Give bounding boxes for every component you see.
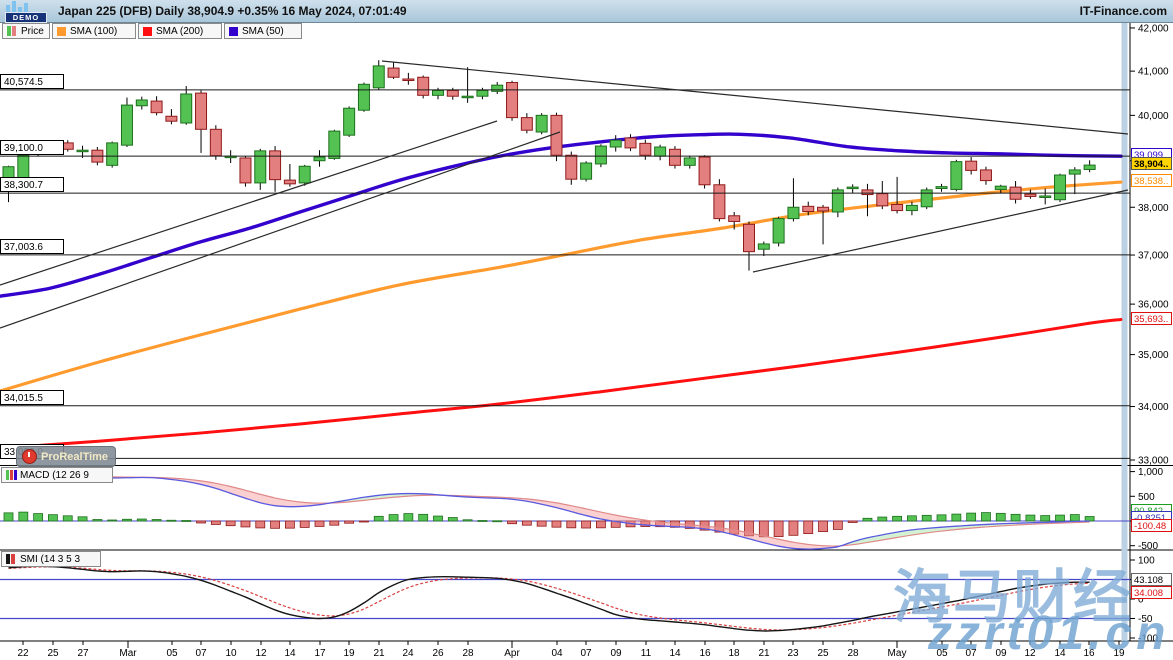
prorealtime-label: ProRealTime — [41, 451, 108, 463]
svg-text:05: 05 — [166, 648, 178, 659]
svg-text:19: 19 — [1113, 648, 1125, 659]
svg-text:12: 12 — [1024, 648, 1036, 659]
prorealtime-badge: ProRealTime — [16, 446, 116, 467]
macd-icon — [6, 470, 16, 480]
svg-text:16: 16 — [1083, 648, 1095, 659]
sma200-swatch-icon — [143, 27, 152, 36]
svg-text:14: 14 — [1054, 648, 1066, 659]
svg-text:11: 11 — [641, 648, 652, 659]
svg-text:10: 10 — [225, 648, 237, 659]
svg-text:09: 09 — [610, 648, 622, 659]
svg-text:04: 04 — [551, 648, 563, 659]
legend-price-label: Price — [21, 26, 44, 37]
legend-sma100[interactable]: SMA (100) — [52, 23, 136, 39]
demo-badge: DEMO — [5, 12, 47, 23]
trading-chart-window: 42,00041,00040,00039,00038,00037,00036,0… — [0, 0, 1173, 660]
tag-last-price: 38,904.. — [1131, 157, 1172, 170]
svg-text:500: 500 — [1138, 492, 1155, 503]
svg-text:21: 21 — [758, 648, 770, 659]
legend-sma200[interactable]: SMA (200) — [138, 23, 222, 39]
svg-text:22: 22 — [17, 648, 29, 659]
tag-sma200-value: 35,693.. — [1131, 312, 1172, 325]
svg-text:33,000: 33,000 — [1138, 456, 1169, 467]
svg-text:41,000: 41,000 — [1138, 67, 1169, 78]
svg-text:-500: -500 — [1138, 541, 1158, 552]
svg-text:26: 26 — [432, 648, 444, 659]
svg-text:07: 07 — [195, 648, 207, 659]
smi-icon — [6, 554, 16, 564]
svg-text:05: 05 — [936, 648, 948, 659]
svg-text:Apr: Apr — [504, 648, 520, 659]
svg-text:37,000: 37,000 — [1138, 251, 1169, 262]
svg-text:42,000: 42,000 — [1138, 23, 1169, 34]
title-bar: DEMO Japan 225 (DFB) Daily 38,904.9 +0.3… — [0, 0, 1173, 23]
chart-svg: 42,00041,00040,00039,00038,00037,00036,0… — [0, 0, 1173, 660]
svg-text:23: 23 — [787, 648, 799, 659]
tag-smi-signal-value: 34.008 — [1131, 586, 1172, 599]
svg-text:21: 21 — [373, 648, 385, 659]
svg-text:28: 28 — [847, 648, 859, 659]
legend-smi-label: SMI (14 3 5 3 — [20, 554, 80, 565]
tag-smi-value: 43.108 — [1131, 573, 1172, 586]
svg-text:27: 27 — [77, 648, 89, 659]
price-icon — [7, 26, 17, 36]
svg-text:35,000: 35,000 — [1138, 350, 1169, 361]
svg-text:Mar: Mar — [119, 648, 137, 659]
svg-text:24: 24 — [402, 648, 414, 659]
svg-text:14: 14 — [669, 648, 681, 659]
svg-text:34,000: 34,000 — [1138, 402, 1169, 413]
svg-text:May: May — [888, 648, 907, 659]
chart-title: Japan 225 (DFB) Daily 38,904.9 +0.35% 16… — [58, 4, 407, 18]
tag-macd-signal-value: -100.48 — [1131, 519, 1172, 532]
svg-text:40,000: 40,000 — [1138, 111, 1169, 122]
svg-text:07: 07 — [965, 648, 977, 659]
legend-sma50-label: SMA (50) — [242, 26, 284, 37]
svg-text:-100: -100 — [1138, 634, 1158, 645]
legend-sma200-label: SMA (200) — [156, 26, 203, 37]
svg-text:19: 19 — [343, 648, 355, 659]
svg-text:12: 12 — [255, 648, 267, 659]
legend-smi[interactable]: SMI (14 3 5 3 — [1, 551, 101, 567]
level-label-38300[interactable]: 38,300.7 — [0, 177, 64, 192]
svg-text:25: 25 — [817, 648, 829, 659]
svg-text:09: 09 — [995, 648, 1007, 659]
svg-text:100: 100 — [1138, 556, 1155, 567]
sma50-swatch-icon — [229, 27, 238, 36]
svg-text:17: 17 — [314, 648, 326, 659]
svg-text:16: 16 — [699, 648, 711, 659]
svg-text:07: 07 — [580, 648, 592, 659]
svg-text:-50: -50 — [1138, 614, 1153, 625]
svg-text:36,000: 36,000 — [1138, 300, 1169, 311]
sma100-swatch-icon — [57, 27, 66, 36]
prorealtime-logo-icon — [22, 449, 37, 464]
svg-text:38,000: 38,000 — [1138, 203, 1169, 214]
svg-text:18: 18 — [728, 648, 740, 659]
legend-macd-label: MACD (12 26 9 — [20, 470, 89, 481]
tag-sma100-value: 38,538.. — [1131, 174, 1172, 187]
legend-macd[interactable]: MACD (12 26 9 — [1, 467, 113, 483]
svg-text:14: 14 — [284, 648, 296, 659]
legend-price[interactable]: Price — [2, 23, 50, 39]
level-label-40574[interactable]: 40,574.5 — [0, 74, 64, 89]
legend-sma100-label: SMA (100) — [70, 26, 117, 37]
level-label-34015[interactable]: 34,015.5 — [0, 390, 64, 405]
svg-text:1,000: 1,000 — [1138, 467, 1163, 478]
legend-sma50[interactable]: SMA (50) — [224, 23, 302, 39]
svg-text:25: 25 — [47, 648, 59, 659]
level-label-37003[interactable]: 37,003.6 — [0, 239, 64, 254]
svg-text:28: 28 — [462, 648, 474, 659]
level-label-39100[interactable]: 39,100.0 — [0, 140, 64, 155]
app-logo-icon — [6, 1, 32, 12]
brand-label: IT-Finance.com — [1080, 4, 1167, 18]
